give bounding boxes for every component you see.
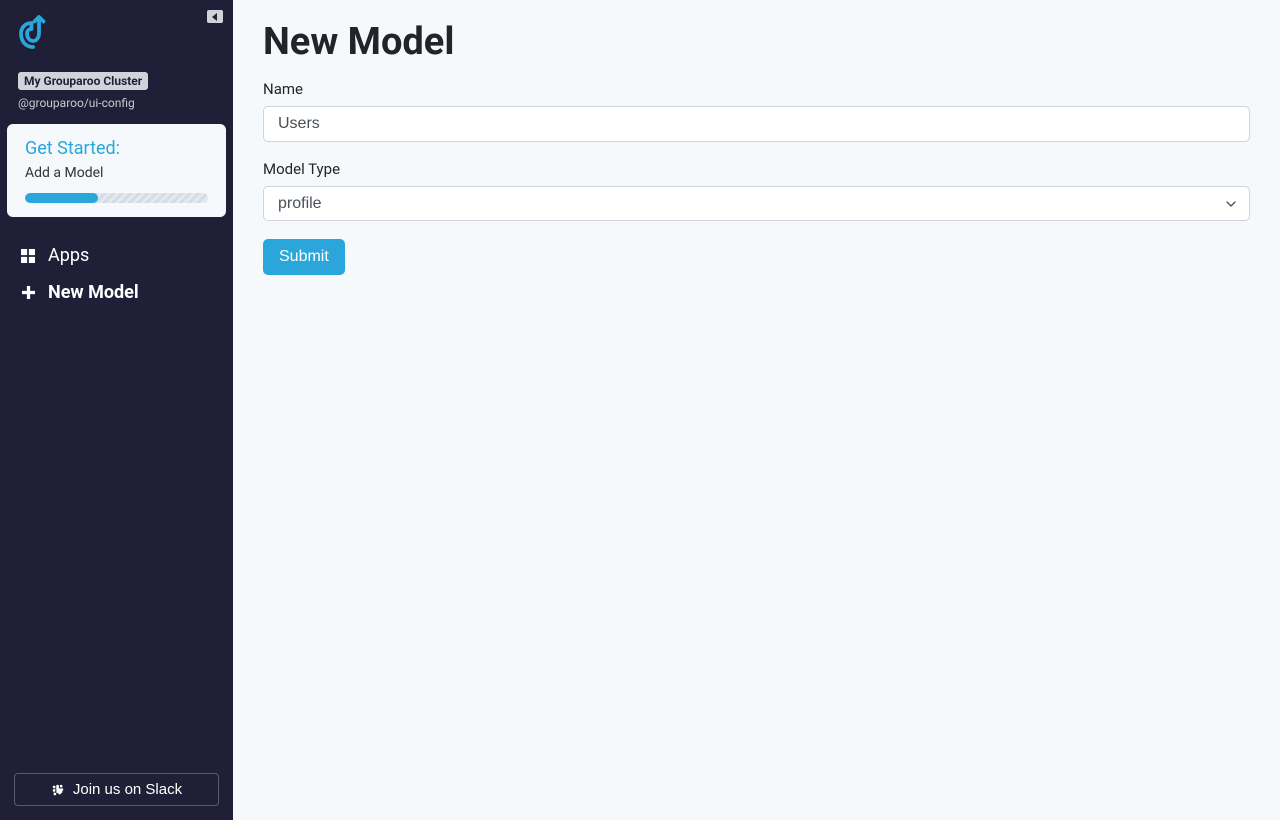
type-select[interactable]: profile bbox=[263, 186, 1250, 221]
caret-left-icon bbox=[212, 13, 218, 21]
form-group-type: Model Type profile bbox=[263, 160, 1250, 221]
type-label: Model Type bbox=[263, 160, 1250, 178]
submit-button[interactable]: Submit bbox=[263, 239, 345, 275]
slack-button[interactable]: Join us on Slack bbox=[14, 773, 219, 806]
name-label: Name bbox=[263, 80, 1250, 98]
sidebar-collapse-button[interactable] bbox=[207, 10, 223, 23]
cluster-badge: My Grouparoo Cluster bbox=[18, 72, 148, 90]
slack-button-label: Join us on Slack bbox=[73, 781, 182, 798]
get-started-card[interactable]: Get Started: Add a Model bbox=[7, 124, 226, 217]
sidebar: My Grouparoo Cluster @grouparoo/ui-confi… bbox=[0, 0, 233, 820]
get-started-title: Get Started: bbox=[25, 138, 208, 159]
package-name: @grouparoo/ui-config bbox=[18, 96, 215, 110]
slack-icon bbox=[51, 783, 65, 797]
nav-item-label: Apps bbox=[48, 245, 89, 266]
new-model-form: Name Model Type profile Submit bbox=[263, 80, 1250, 275]
grid-icon bbox=[20, 248, 36, 264]
name-input[interactable] bbox=[263, 106, 1250, 142]
progress-bar bbox=[25, 193, 208, 203]
get-started-step: Add a Model bbox=[25, 165, 208, 181]
page-title: New Model bbox=[263, 20, 1250, 64]
sidebar-nav: Apps New Model bbox=[0, 237, 233, 311]
grouparoo-logo-icon bbox=[18, 14, 48, 50]
nav-item-new-model[interactable]: New Model bbox=[10, 274, 223, 311]
progress-fill bbox=[25, 193, 98, 203]
nav-item-label: New Model bbox=[48, 282, 139, 303]
main-content: New Model Name Model Type profile Submit bbox=[233, 0, 1280, 820]
plus-icon bbox=[20, 285, 36, 301]
sidebar-header: My Grouparoo Cluster @grouparoo/ui-confi… bbox=[0, 0, 233, 124]
sidebar-footer: Join us on Slack bbox=[0, 759, 233, 820]
logo bbox=[18, 14, 215, 54]
form-group-name: Name bbox=[263, 80, 1250, 142]
nav-item-apps[interactable]: Apps bbox=[10, 237, 223, 274]
